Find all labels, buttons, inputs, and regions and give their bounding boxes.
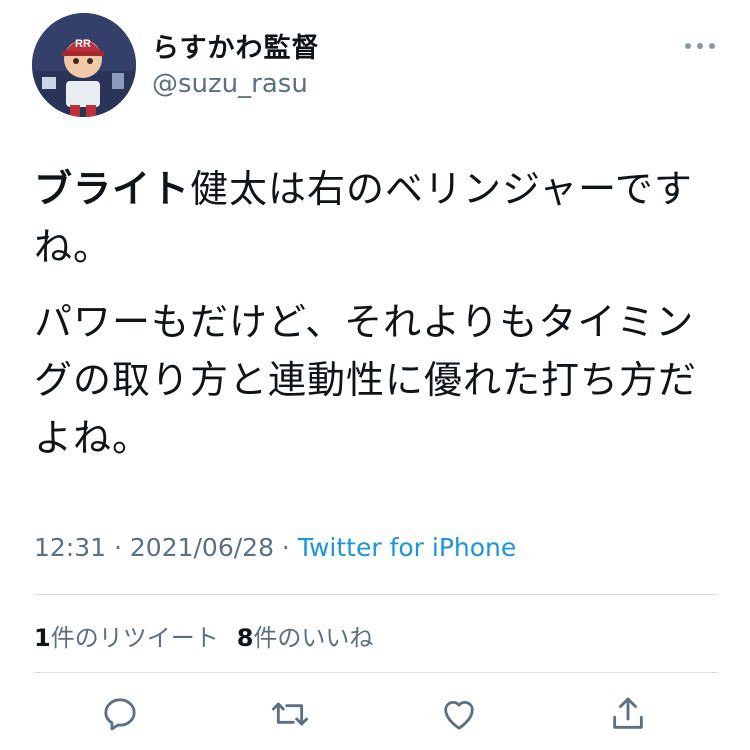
divider-top (34, 594, 718, 595)
tweet-text: ブライト健太は右のベリンジャーですね。 パワーもだけど、それよりもタイミングの取… (34, 160, 714, 467)
share-icon (613, 697, 643, 729)
avatar-cap-letters: RR (75, 38, 91, 50)
more-horizontal-icon (685, 43, 715, 49)
tweet-meta: 12:31 · 2021/06/28 · Twitter for iPhone (34, 533, 516, 562)
tweet-time: 12:31 (34, 533, 107, 562)
meta-separator-1: · (106, 533, 130, 562)
like-button[interactable] (437, 692, 481, 736)
tweet-paragraph-2: パワーもだけど、それよりもタイミングの取り方と連動性に優れた打ち方だよね。 (34, 300, 698, 460)
reply-icon (104, 698, 136, 731)
like-icon (444, 700, 474, 730)
meta-separator-2: · (273, 533, 298, 562)
likes-stat[interactable]: 8件のいいね (237, 624, 374, 652)
tweet-source-link[interactable]: Twitter for iPhone (298, 533, 516, 562)
likes-count: 8 (236, 624, 254, 652)
display-name[interactable]: らすかわ監督 (152, 26, 319, 65)
tweet-bold-lead: ブライト (34, 167, 191, 211)
tweet-paragraph-1: ブライト健太は右のベリンジャーですね。 (34, 160, 714, 276)
tweet-stats: 1件のリツイート 8件のいいね (34, 618, 373, 653)
avatar-image: RR (32, 13, 136, 117)
share-button[interactable] (606, 692, 650, 736)
retweets-label: 件のリツイート (50, 624, 219, 652)
avatar[interactable]: RR (32, 13, 136, 117)
likes-label: 件のいいね (253, 624, 374, 652)
reply-button[interactable] (98, 692, 142, 736)
more-options-button[interactable] (684, 36, 716, 56)
tweet-date: 2021/06/28 (129, 533, 274, 562)
divider-bottom (34, 672, 718, 673)
retweet-button[interactable] (268, 692, 312, 736)
retweet-icon (271, 702, 309, 726)
retweets-stat[interactable]: 1件のリツイート (34, 624, 219, 652)
retweets-count: 1 (34, 624, 51, 652)
user-handle[interactable]: @suzu_rasu (152, 69, 308, 99)
